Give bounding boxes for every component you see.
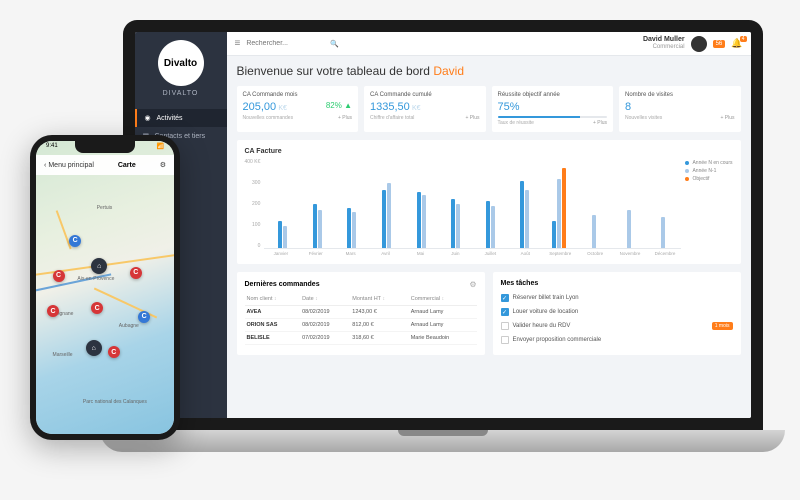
- chart-title: CA Facture: [245, 148, 733, 155]
- sidebar-item-activites[interactable]: ◉ Activités: [135, 109, 227, 127]
- phone-title: Carte: [118, 162, 136, 169]
- kpi-card[interactable]: Réussite objectif année75%Taux de réussi…: [492, 86, 614, 132]
- task-item[interactable]: Valider heure du RDV1 mois: [501, 319, 733, 333]
- user-role: Commercial: [643, 44, 685, 51]
- map-pin[interactable]: C: [91, 302, 103, 314]
- topbar: ≡ 🔍 David Muller Commercial 56 🔔4: [227, 32, 751, 56]
- map-city-label: Parc national des Calanques: [83, 399, 147, 405]
- notif-count: 4: [740, 36, 747, 42]
- brand-label: DIVALTO: [163, 90, 199, 97]
- task-item[interactable]: ✓Réserver billet train Lyon: [501, 291, 733, 305]
- task-item[interactable]: ✓Louer voiture de location: [501, 305, 733, 319]
- gear-icon[interactable]: ⚙: [160, 161, 166, 169]
- chart-legend: Année N en coursAnnée N-1Objectif: [685, 159, 732, 256]
- task-item[interactable]: Envoyer proposition commerciale: [501, 333, 733, 347]
- table-header[interactable]: Nom client ↕: [245, 293, 301, 306]
- orders-title: Dernières commandes: [245, 281, 320, 288]
- map-pin[interactable]: C: [53, 270, 65, 282]
- search: 🔍: [246, 40, 637, 48]
- bell-icon[interactable]: 🔔4: [731, 38, 742, 49]
- checkbox-icon[interactable]: [501, 322, 509, 330]
- chart-x-axis: JanvierFévrierMarsAvrilMaiJuinJuilletAoû…: [264, 251, 681, 256]
- map-pin[interactable]: ⌂: [86, 340, 102, 356]
- phone-notch: [75, 141, 135, 153]
- map-pin[interactable]: C: [69, 235, 81, 247]
- chart-bars: [264, 159, 681, 249]
- map-pin[interactable]: ⌂: [91, 258, 107, 274]
- table-header[interactable]: Date ↕: [300, 293, 350, 306]
- brand-logo: Divalto: [158, 40, 204, 86]
- sidebar-item-label: Activités: [157, 115, 183, 122]
- search-icon[interactable]: 🔍: [330, 40, 339, 48]
- phone-time: 9:41: [46, 143, 58, 150]
- map-pin[interactable]: C: [130, 267, 142, 279]
- orders-panel: Dernières commandes ⚙ Nom client ↕Date ↕…: [237, 272, 485, 355]
- back-button[interactable]: ‹ Menu principal: [44, 162, 94, 169]
- checkbox-icon[interactable]: ✓: [501, 308, 509, 316]
- map-pin[interactable]: C: [138, 311, 150, 323]
- table-header[interactable]: Montant HT ↕: [350, 293, 408, 306]
- phone-signal-icon: 📶: [157, 143, 164, 150]
- map-city-label: Aubagne: [119, 323, 139, 329]
- tasks-panel: Mes tâches ✓Réserver billet train Lyon✓L…: [493, 272, 741, 355]
- activity-icon: ◉: [145, 114, 153, 122]
- map[interactable]: PertuisAix-en-ProvenceMarignaneAubagneMa…: [36, 141, 174, 434]
- checkbox-icon[interactable]: [501, 336, 509, 344]
- map-pin[interactable]: C: [108, 346, 120, 358]
- table-row[interactable]: ORION SAS08/02/2019812,00 €Arnaud Lamy: [245, 319, 477, 332]
- avatar[interactable]: [691, 36, 707, 52]
- user-name: David Muller: [643, 36, 685, 44]
- table-header[interactable]: Commercial ↕: [409, 293, 477, 306]
- kpi-row: CA Commande mois205,00 K€82% ▲Nouvelles …: [237, 86, 741, 132]
- kpi-card[interactable]: CA Commande cumulé1335,50 K€Chiffre d'af…: [364, 86, 486, 132]
- chart-card: CA Facture 400 K€3002001000 JanvierFévri…: [237, 140, 741, 264]
- table-row[interactable]: BELISLE07/02/2019318,60 €Marie Beaudoin: [245, 332, 477, 345]
- table-row[interactable]: AVEA08/02/20191243,00 €Arnaud Lamy: [245, 306, 477, 319]
- search-input[interactable]: [246, 40, 326, 47]
- tasks-title: Mes tâches: [501, 280, 539, 287]
- kpi-card[interactable]: CA Commande mois205,00 K€82% ▲Nouvelles …: [237, 86, 359, 132]
- map-city-label: Marseille: [53, 352, 73, 358]
- phone-frame: 9:41 📶 ‹ Menu principal Carte ⚙ Pertuis A…: [30, 135, 180, 440]
- page-title: Bienvenue sur votre tableau de bord Davi…: [237, 64, 741, 78]
- menu-icon[interactable]: ≡: [235, 38, 241, 49]
- user-info[interactable]: David Muller Commercial: [643, 36, 685, 50]
- orders-table: Nom client ↕Date ↕Montant HT ↕Commercial…: [245, 293, 477, 345]
- main-content: ≡ 🔍 David Muller Commercial 56 🔔4 Bienve…: [227, 32, 751, 418]
- kpi-card[interactable]: Nombre de visites8Nouvelles visites+ Plu…: [619, 86, 741, 132]
- laptop-frame: Divalto DIVALTO ◉ Activités ▦ Contacts e…: [100, 20, 785, 470]
- checkbox-icon[interactable]: ✓: [501, 294, 509, 302]
- gear-icon[interactable]: ⚙: [469, 280, 476, 289]
- map-city-label: Pertuis: [97, 205, 113, 211]
- phone-header: ‹ Menu principal Carte ⚙: [36, 155, 174, 175]
- map-city-label: Aix-en-Provence: [77, 276, 114, 282]
- message-badge[interactable]: 56: [713, 40, 726, 48]
- map-pin[interactable]: C: [47, 305, 59, 317]
- chart-y-axis: 400 K€3002001000: [245, 159, 261, 249]
